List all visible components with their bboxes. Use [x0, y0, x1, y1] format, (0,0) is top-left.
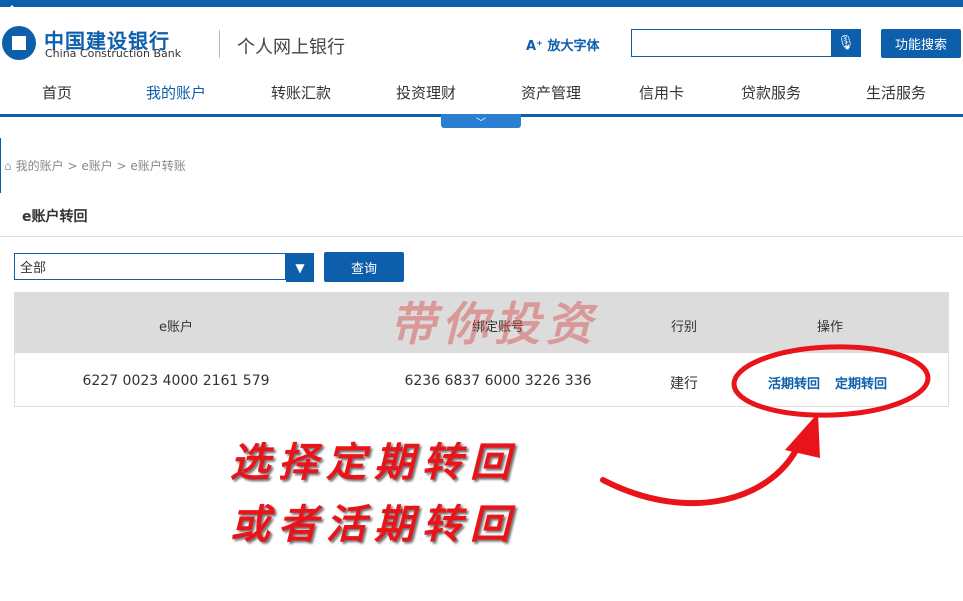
- annotation-line-1: 选择定期转回: [230, 439, 518, 486]
- highlight-ellipse: [731, 344, 931, 418]
- annotation-arrowhead: [785, 413, 820, 458]
- annotation-line-2: 或者活期转回: [230, 501, 518, 548]
- annotation-arrow: [600, 439, 803, 507]
